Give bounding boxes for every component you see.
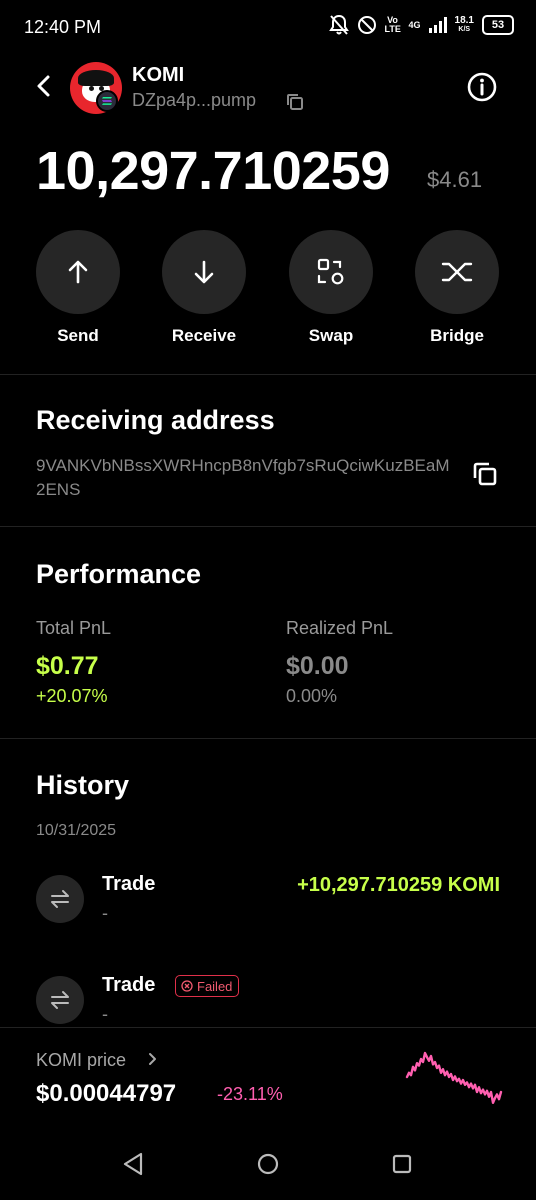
bridge-button[interactable]: Bridge <box>415 230 499 346</box>
swap-circle[interactable] <box>289 230 373 314</box>
sparkline-line <box>405 1051 503 1104</box>
price-value: $0.00044797 <box>36 1080 177 1107</box>
receiving-address-title: Receiving address <box>36 405 275 435</box>
system-nav-bar <box>0 1127 536 1200</box>
history-title: History <box>36 770 130 800</box>
total-pnl-label: Total PnL <box>36 618 112 638</box>
speed-indicator: 18.1 K/S <box>455 16 474 34</box>
info-icon[interactable] <box>466 71 498 103</box>
nav-home-icon[interactable] <box>253 1149 283 1179</box>
speed-value: 18.1 <box>454 15 474 26</box>
arrow-up-icon <box>68 260 88 284</box>
failed-badge: Failed <box>175 975 240 997</box>
speed-unit: K/S <box>458 26 471 33</box>
swap-label: Swap <box>308 326 354 345</box>
trade-title: Trade <box>102 974 156 996</box>
copy-address-icon[interactable] <box>471 460 499 488</box>
failed-badge-label: Failed <box>197 978 233 994</box>
total-pnl-value: $0.77 <box>36 652 99 680</box>
nav-recents-icon[interactable] <box>387 1149 417 1179</box>
realized-pnl-value: $0.00 <box>286 652 349 680</box>
do-not-disturb-icon <box>357 16 376 34</box>
battery-indicator: 53 <box>482 15 514 35</box>
price-label: KOMI price <box>36 1050 127 1070</box>
price-sparkline <box>405 1051 503 1104</box>
bridge-icon <box>441 262 473 282</box>
divider <box>0 738 536 739</box>
send-circle[interactable] <box>36 230 120 314</box>
token-contract-address: DZpa4p...pump <box>132 90 257 110</box>
receive-button[interactable]: Receive <box>162 230 246 346</box>
network-gen-indicator: 4G <box>408 19 421 30</box>
trade-amount: +10,297.710259 KOMI <box>297 874 500 896</box>
notifications-off-icon <box>328 14 349 35</box>
trade-swap-icon <box>51 991 69 1009</box>
bridge-circle[interactable] <box>415 230 499 314</box>
receiving-address: 9VANKVbNBssXWRHncpB8nVfgb7sRuQciwKuzBEaM… <box>36 456 450 499</box>
send-label: Send <box>57 326 99 345</box>
status-icons: Vo LTE 4G 18.1 K/S 53 <box>328 14 514 36</box>
volte-indicator: Vo LTE <box>384 15 401 34</box>
status-bar: 12:40 PM Vo LTE 4G 18.1 K/S 53 <box>0 0 536 56</box>
trade-subtitle: - <box>102 1004 108 1024</box>
trade-subtitle: - <box>102 903 108 923</box>
trade-title: Trade <box>102 873 156 895</box>
signal-icon <box>428 17 447 33</box>
bridge-label: Bridge <box>430 326 484 345</box>
receive-circle[interactable] <box>162 230 246 314</box>
balance-usd-value: $4.61 <box>427 167 483 192</box>
action-buttons: Send Receive Swap Bridge <box>0 230 536 350</box>
token-header: KOMI DZpa4p...pump <box>0 58 536 118</box>
realized-pnl-label: Realized PnL <box>286 618 394 638</box>
total-pnl-percent: +20.07% <box>36 686 108 706</box>
arrow-down-icon <box>194 260 214 284</box>
divider <box>0 374 536 375</box>
chevron-right-icon[interactable] <box>148 1052 158 1066</box>
solana-chain-icon <box>96 90 118 112</box>
trade-icon-wrap <box>36 875 84 923</box>
price-footer[interactable]: KOMI price $0.00044797 -23.11% <box>0 1027 536 1127</box>
divider <box>0 526 536 527</box>
nav-back-icon[interactable] <box>119 1149 149 1179</box>
avatar-hair <box>78 70 114 86</box>
copy-icon[interactable] <box>286 93 304 111</box>
realized-pnl-percent: 0.00% <box>286 686 338 706</box>
performance-title: Performance <box>36 559 202 589</box>
failed-x-icon <box>181 980 193 992</box>
back-icon[interactable] <box>30 72 58 100</box>
history-date: 10/31/2025 <box>36 822 117 839</box>
receive-label: Receive <box>171 326 237 345</box>
send-button[interactable]: Send <box>36 230 120 346</box>
price-change: -23.11% <box>217 1084 283 1104</box>
swap-icon <box>317 258 344 285</box>
trade-icon-wrap <box>36 976 84 1024</box>
avatar-eye-left <box>89 86 94 91</box>
token-name: KOMI <box>132 64 185 86</box>
trade-swap-icon <box>51 890 69 908</box>
swap-button[interactable]: Swap <box>289 230 373 346</box>
status-time: 12:40 PM <box>24 17 102 37</box>
token-balance: 10,297.710259 <box>36 141 390 201</box>
